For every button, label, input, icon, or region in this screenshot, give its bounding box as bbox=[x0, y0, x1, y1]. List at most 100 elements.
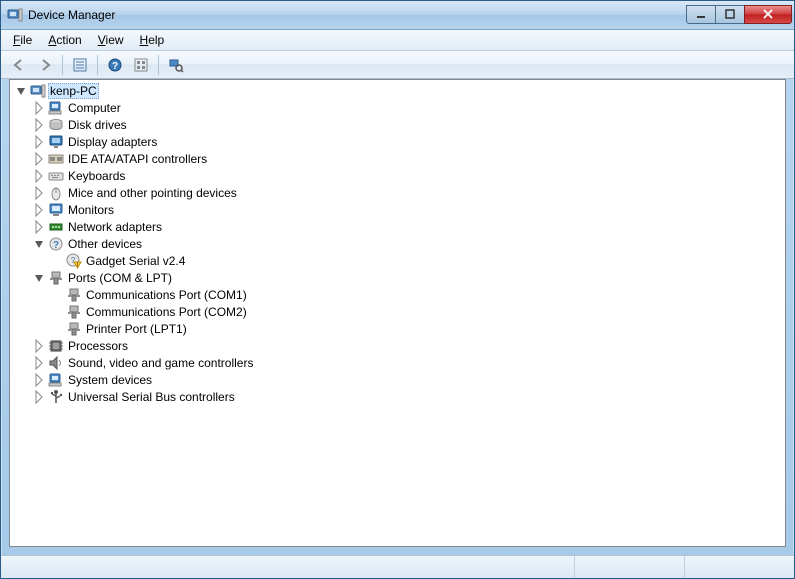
category-mice[interactable]: Mice and other pointing devices bbox=[10, 184, 785, 201]
node-label: System devices bbox=[66, 373, 154, 387]
category-keyboards[interactable]: Keyboards bbox=[10, 167, 785, 184]
category-disk-drives[interactable]: Disk drives bbox=[10, 116, 785, 133]
node-label: Keyboards bbox=[66, 169, 127, 183]
expand-icon[interactable] bbox=[32, 185, 48, 201]
mouse-icon bbox=[48, 185, 64, 201]
toolbar-separator bbox=[62, 55, 63, 75]
expand-icon[interactable] bbox=[32, 117, 48, 133]
minimize-button[interactable] bbox=[686, 5, 716, 24]
category-other-devices[interactable]: Other devices bbox=[10, 235, 785, 252]
node-label: Communications Port (COM2) bbox=[84, 305, 249, 319]
expand-icon[interactable] bbox=[32, 219, 48, 235]
device-lpt1[interactable]: Printer Port (LPT1) bbox=[10, 320, 785, 337]
node-label: Disk drives bbox=[66, 118, 129, 132]
category-system[interactable]: System devices bbox=[10, 371, 785, 388]
content-area: kenp-PC Computer Disk drives bbox=[1, 79, 794, 555]
node-label: Processors bbox=[66, 339, 130, 353]
help-button[interactable] bbox=[103, 53, 127, 77]
scan-hardware-button[interactable] bbox=[164, 53, 188, 77]
port-icon bbox=[66, 321, 82, 337]
node-label: Universal Serial Bus controllers bbox=[66, 390, 237, 404]
collapse-icon[interactable] bbox=[32, 270, 48, 286]
status-cell bbox=[1, 556, 574, 578]
forward-button[interactable] bbox=[33, 53, 57, 77]
device-com1[interactable]: Communications Port (COM1) bbox=[10, 286, 785, 303]
maximize-button[interactable] bbox=[715, 5, 745, 24]
titlebar[interactable]: Device Manager bbox=[1, 1, 794, 30]
collapse-icon[interactable] bbox=[14, 83, 30, 99]
window-title: Device Manager bbox=[28, 8, 687, 22]
expand-icon[interactable] bbox=[32, 202, 48, 218]
show-hide-tree-button[interactable] bbox=[68, 53, 92, 77]
category-monitors[interactable]: Monitors bbox=[10, 201, 785, 218]
tree-root[interactable]: kenp-PC bbox=[10, 82, 785, 99]
usb-icon bbox=[48, 389, 64, 405]
category-ports[interactable]: Ports (COM & LPT) bbox=[10, 269, 785, 286]
other-icon bbox=[48, 236, 64, 252]
status-cell bbox=[574, 556, 684, 578]
node-label: Network adapters bbox=[66, 220, 164, 234]
port-icon bbox=[66, 304, 82, 320]
expand-icon[interactable] bbox=[32, 168, 48, 184]
back-button[interactable] bbox=[7, 53, 31, 77]
device-manager-window: Device Manager File Action View Help bbox=[0, 0, 795, 579]
close-button[interactable] bbox=[744, 5, 792, 24]
node-label: Mice and other pointing devices bbox=[66, 186, 239, 200]
category-sound[interactable]: Sound, video and game controllers bbox=[10, 354, 785, 371]
spacer bbox=[50, 253, 66, 269]
node-label: Ports (COM & LPT) bbox=[66, 271, 174, 285]
device-com2[interactable]: Communications Port (COM2) bbox=[10, 303, 785, 320]
expand-icon[interactable] bbox=[32, 100, 48, 116]
status-cell bbox=[684, 556, 794, 578]
node-label: Gadget Serial v2.4 bbox=[84, 254, 187, 268]
spacer bbox=[50, 321, 66, 337]
warning-icon bbox=[66, 253, 82, 269]
menu-action[interactable]: Action bbox=[40, 31, 89, 49]
node-label: Communications Port (COM1) bbox=[84, 288, 249, 302]
toolbar-separator bbox=[158, 55, 159, 75]
toolbar-separator bbox=[97, 55, 98, 75]
window-controls bbox=[687, 6, 792, 25]
monitor-icon bbox=[48, 202, 64, 218]
collapse-icon[interactable] bbox=[32, 236, 48, 252]
computer-icon bbox=[30, 83, 46, 99]
device-tree[interactable]: kenp-PC Computer Disk drives bbox=[9, 79, 786, 547]
spacer bbox=[50, 287, 66, 303]
menu-view[interactable]: View bbox=[90, 31, 132, 49]
status-bar bbox=[1, 555, 794, 578]
node-label: Monitors bbox=[66, 203, 116, 217]
expand-icon[interactable] bbox=[32, 355, 48, 371]
category-display-adapters[interactable]: Display adapters bbox=[10, 133, 785, 150]
expand-icon[interactable] bbox=[32, 338, 48, 354]
properties-button[interactable] bbox=[129, 53, 153, 77]
menu-file[interactable]: File bbox=[5, 31, 40, 49]
category-usb[interactable]: Universal Serial Bus controllers bbox=[10, 388, 785, 405]
category-computer[interactable]: Computer bbox=[10, 99, 785, 116]
node-label: Other devices bbox=[66, 237, 144, 251]
menu-bar: File Action View Help bbox=[1, 30, 794, 51]
node-label: kenp-PC bbox=[48, 83, 99, 99]
computer-icon bbox=[48, 100, 64, 116]
expand-icon[interactable] bbox=[32, 134, 48, 150]
category-ide[interactable]: IDE ATA/ATAPI controllers bbox=[10, 150, 785, 167]
node-label: Printer Port (LPT1) bbox=[84, 322, 189, 336]
sound-icon bbox=[48, 355, 64, 371]
expand-icon[interactable] bbox=[32, 389, 48, 405]
app-icon bbox=[7, 7, 23, 23]
node-label: Computer bbox=[66, 101, 123, 115]
category-network[interactable]: Network adapters bbox=[10, 218, 785, 235]
node-label: Sound, video and game controllers bbox=[66, 356, 255, 370]
menu-help[interactable]: Help bbox=[132, 31, 173, 49]
port-icon bbox=[66, 287, 82, 303]
network-icon bbox=[48, 219, 64, 235]
category-processors[interactable]: Processors bbox=[10, 337, 785, 354]
display-icon bbox=[48, 134, 64, 150]
expand-icon[interactable] bbox=[32, 372, 48, 388]
node-label: IDE ATA/ATAPI controllers bbox=[66, 152, 209, 166]
device-gadget-serial[interactable]: Gadget Serial v2.4 bbox=[10, 252, 785, 269]
node-label: Display adapters bbox=[66, 135, 159, 149]
cpu-icon bbox=[48, 338, 64, 354]
ide-icon bbox=[48, 151, 64, 167]
system-icon bbox=[48, 372, 64, 388]
expand-icon[interactable] bbox=[32, 151, 48, 167]
